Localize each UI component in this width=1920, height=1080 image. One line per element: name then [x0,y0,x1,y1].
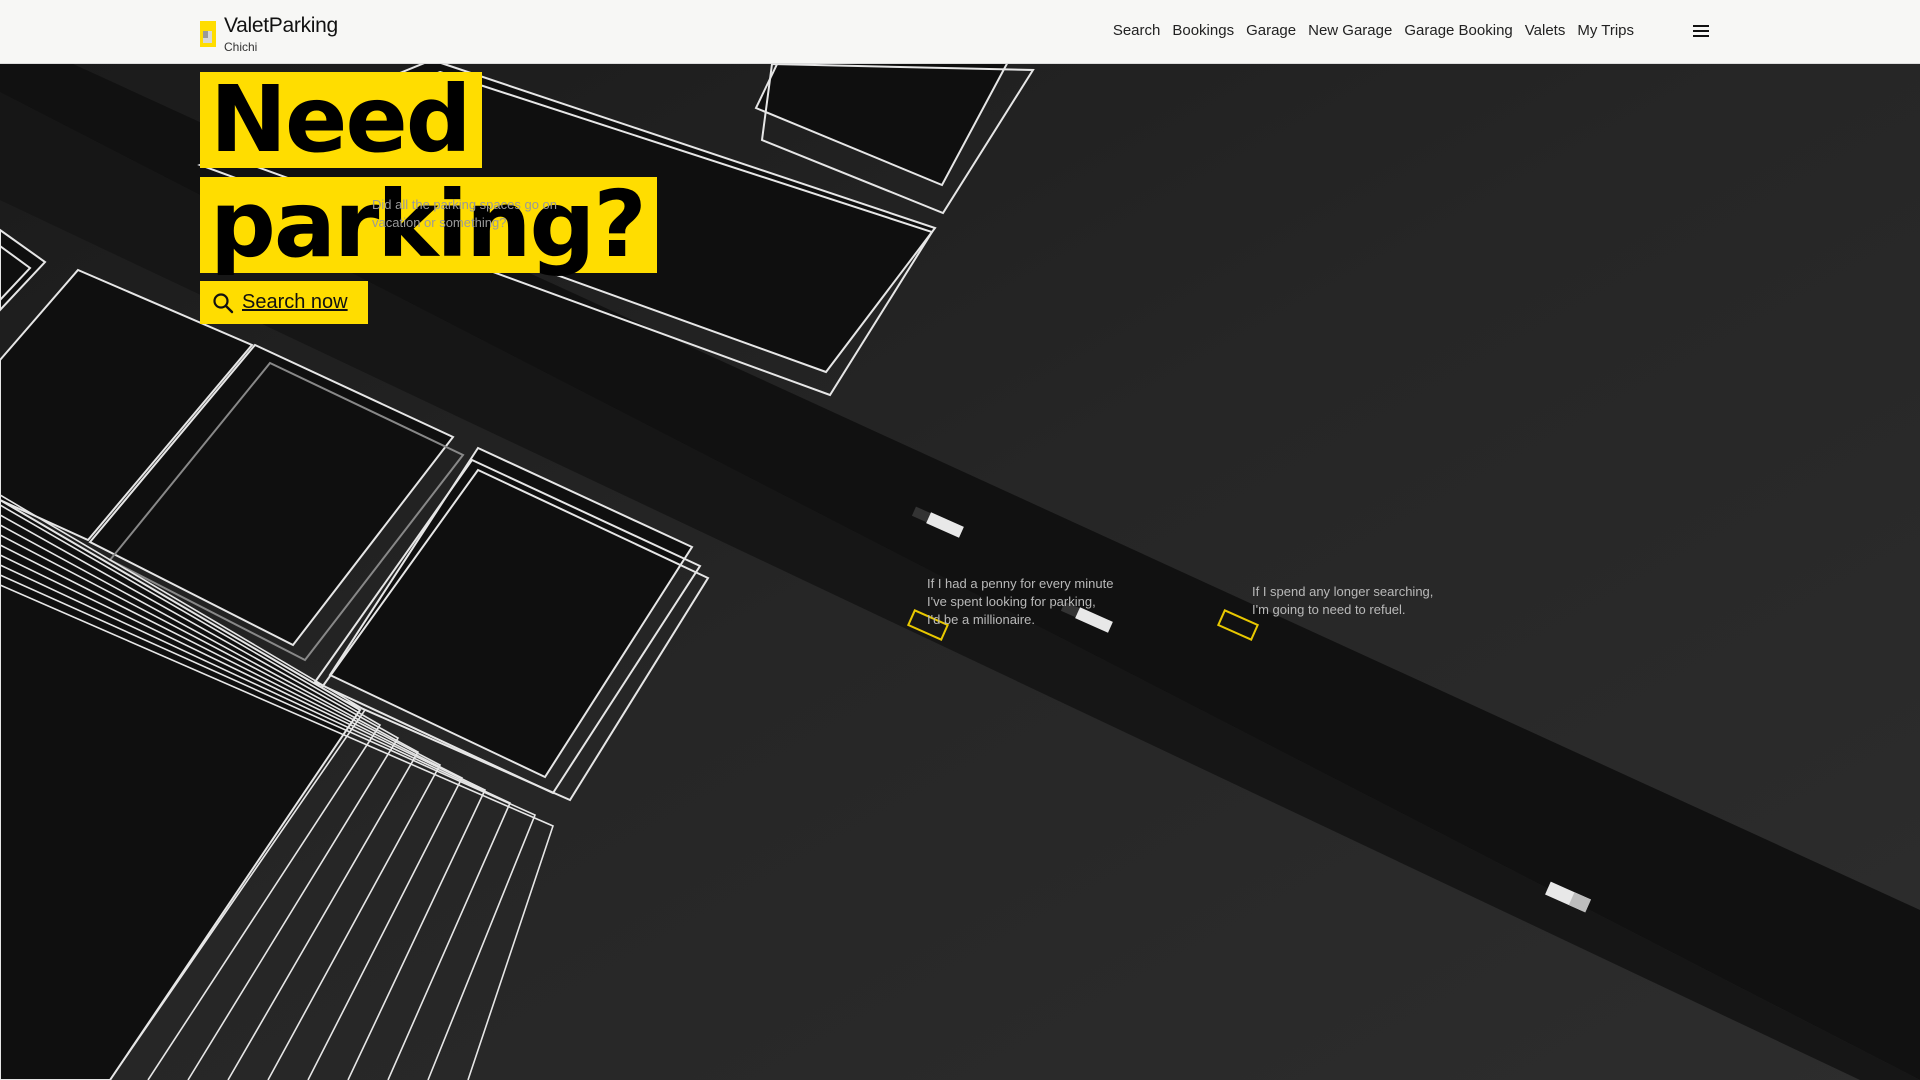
speech-bubble: If I had a penny for every minute I've s… [927,576,1114,627]
speech-bubble: Did all the parking spaces go on vacatio… [372,197,558,230]
nav-bookings[interactable]: Bookings [1172,22,1234,39]
parking-sign-icon[interactable] [200,21,216,47]
search-now-button[interactable]: Search now [200,281,368,324]
brand-name[interactable]: ValetParking [224,14,338,38]
brand-subtitle: Chichi [224,40,258,54]
nav-search[interactable]: Search [1113,22,1161,39]
hero-title-line-1: Need [200,72,482,168]
speech-bubble: If I spend any longer searching, I'm goi… [1252,584,1434,617]
nav-garage[interactable]: Garage [1246,22,1296,39]
nav-garage-booking[interactable]: Garage Booking [1404,22,1512,39]
nav-valets[interactable]: Valets [1525,22,1566,39]
nav-new-garage[interactable]: New Garage [1308,22,1392,39]
nav-my-trips[interactable]: My Trips [1577,22,1634,39]
main-nav: Search Bookings Garage New Garage Garage… [1113,22,1634,39]
search-now-label: Search now [242,291,348,313]
hamburger-menu-icon[interactable] [1692,23,1710,39]
top-navbar: ValetParking Chichi Search Bookings Gara… [0,0,1920,63]
search-icon [213,292,234,313]
